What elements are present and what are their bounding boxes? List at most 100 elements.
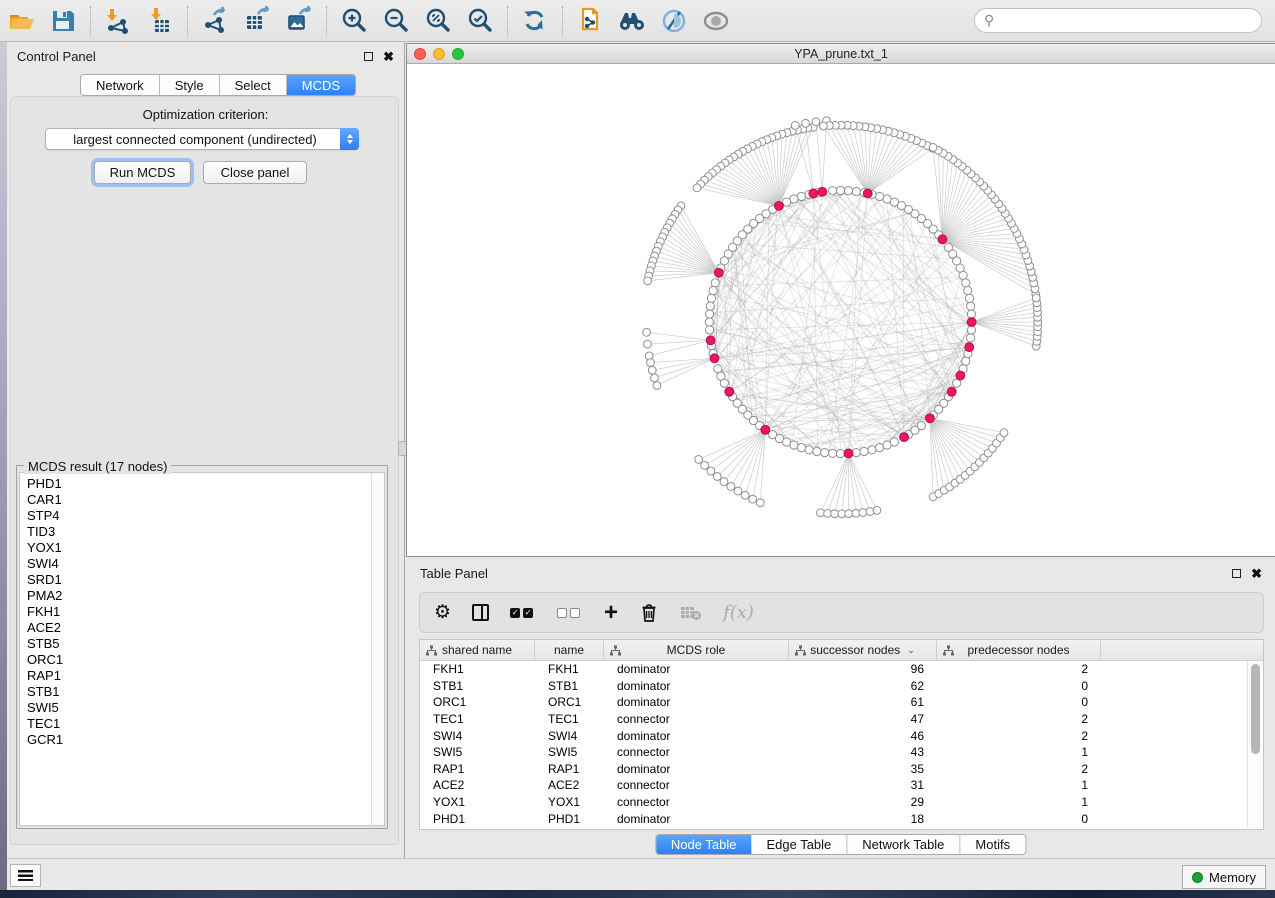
search-box[interactable]: ⚲ xyxy=(974,8,1262,33)
float-panel-icon[interactable] xyxy=(364,52,373,61)
table-cell[interactable]: STB1 xyxy=(535,679,604,693)
result-node[interactable]: PMA2 xyxy=(20,588,384,604)
zoom-fit-icon[interactable] xyxy=(421,4,455,38)
run-mcds-button[interactable]: Run MCDS xyxy=(94,161,191,184)
table-cell[interactable]: TEC1 xyxy=(420,712,535,726)
table-cell[interactable]: 0 xyxy=(937,695,1101,709)
close-panel-button[interactable]: Close panel xyxy=(203,161,307,184)
table-cell[interactable]: dominator xyxy=(604,679,789,693)
table-cell[interactable]: 29 xyxy=(789,795,937,809)
tab-select[interactable]: Select xyxy=(220,75,287,95)
node-table[interactable]: shared namenameMCDS rolesuccessor nodes⌄… xyxy=(419,639,1264,830)
task-history-button[interactable] xyxy=(10,864,41,887)
float-table-panel-icon[interactable] xyxy=(1232,569,1241,578)
refresh-icon[interactable] xyxy=(518,4,552,38)
result-node[interactable]: SRD1 xyxy=(20,572,384,588)
result-node[interactable]: STB1 xyxy=(20,684,384,700)
table-cell[interactable]: YOX1 xyxy=(420,795,535,809)
table-row[interactable]: ORC1ORC1dominator610 xyxy=(420,694,1263,711)
column-header-name[interactable]: name xyxy=(535,640,604,660)
create-column-icon[interactable]: + xyxy=(604,601,618,625)
column-header-predecessor-nodes[interactable]: predecessor nodes xyxy=(937,640,1101,660)
network-graph-canvas[interactable] xyxy=(407,64,1275,556)
result-node[interactable]: PHD1 xyxy=(20,473,384,492)
column-header-shared-name[interactable]: shared name xyxy=(420,640,535,660)
table-cell[interactable]: dominator xyxy=(604,695,789,709)
optimization-criterion-select[interactable]: largest connected component (undirected) xyxy=(45,128,359,150)
unselect-all-columns-icon[interactable] xyxy=(557,601,583,625)
table-cell[interactable]: 0 xyxy=(937,679,1101,693)
table-cell[interactable]: SWI5 xyxy=(535,745,604,759)
table-row[interactable]: RAP1RAP1dominator352 xyxy=(420,761,1263,778)
zoom-in-icon[interactable] xyxy=(337,4,371,38)
table-cell[interactable]: 2 xyxy=(937,662,1101,676)
table-row[interactable]: YOX1YOX1connector291 xyxy=(420,794,1263,811)
export-image-icon[interactable] xyxy=(282,4,316,38)
table-scrollbar[interactable] xyxy=(1247,661,1261,828)
table-cell[interactable]: SWI5 xyxy=(420,745,535,759)
table-cell[interactable]: FKH1 xyxy=(420,662,535,676)
result-node[interactable]: SWI5 xyxy=(20,700,384,716)
table-cell[interactable]: 61 xyxy=(789,695,937,709)
result-node[interactable]: GCR1 xyxy=(20,732,384,748)
result-node[interactable]: SWI4 xyxy=(20,556,384,572)
column-header-MCDS-role[interactable]: MCDS role xyxy=(604,640,789,660)
import-table-icon[interactable] xyxy=(143,4,177,38)
new-network-from-selection-icon[interactable] xyxy=(573,4,607,38)
table-cell[interactable]: TEC1 xyxy=(535,712,604,726)
result-node[interactable]: FKH1 xyxy=(20,604,384,620)
tab-network-table[interactable]: Network Table xyxy=(847,835,960,854)
result-node[interactable]: STP4 xyxy=(20,508,384,524)
table-settings-gear-icon[interactable]: ⚙ xyxy=(434,601,451,625)
table-cell[interactable]: 43 xyxy=(789,745,937,759)
search-binoculars-icon[interactable] xyxy=(615,4,649,38)
table-cell[interactable]: dominator xyxy=(604,762,789,776)
table-row[interactable]: ACE2ACE2connector311 xyxy=(420,777,1263,794)
result-node[interactable]: YOX1 xyxy=(20,540,384,556)
table-row[interactable]: TEC1TEC1connector472 xyxy=(420,711,1263,728)
table-cell[interactable]: 18 xyxy=(789,812,937,826)
zoom-selected-icon[interactable] xyxy=(463,4,497,38)
table-cell[interactable]: SWI4 xyxy=(535,729,604,743)
open-file-icon[interactable] xyxy=(4,4,38,38)
table-cell[interactable]: ACE2 xyxy=(420,778,535,792)
table-cell[interactable]: 1 xyxy=(937,745,1101,759)
table-cell[interactable]: connector xyxy=(604,712,789,726)
tab-node-table[interactable]: Node Table xyxy=(656,835,752,854)
tab-mcds[interactable]: MCDS xyxy=(287,75,355,95)
table-cell[interactable]: 62 xyxy=(789,679,937,693)
table-cell[interactable]: RAP1 xyxy=(420,762,535,776)
table-scrollbar-thumb[interactable] xyxy=(1251,664,1260,754)
result-node[interactable]: STB5 xyxy=(20,636,384,652)
table-row[interactable]: STB1STB1dominator620 xyxy=(420,678,1263,695)
show-hide-style-icon[interactable] xyxy=(657,4,691,38)
mcds-result-list[interactable]: PHD1CAR1STP4TID3YOX1SWI4SRD1PMA2FKH1ACE2… xyxy=(19,472,385,826)
table-cell[interactable]: 46 xyxy=(789,729,937,743)
table-cell[interactable]: PHD1 xyxy=(420,812,535,826)
export-table-icon[interactable] xyxy=(240,4,274,38)
search-input[interactable] xyxy=(994,11,1261,31)
table-cell[interactable]: YOX1 xyxy=(535,795,604,809)
table-cell[interactable]: STB1 xyxy=(420,679,535,693)
table-cell[interactable]: connector xyxy=(604,745,789,759)
table-cell[interactable]: dominator xyxy=(604,729,789,743)
table-cell[interactable]: FKH1 xyxy=(535,662,604,676)
result-node[interactable]: TEC1 xyxy=(20,716,384,732)
tab-network[interactable]: Network xyxy=(81,75,160,95)
table-row[interactable]: FKH1FKH1dominator962 xyxy=(420,661,1263,678)
table-cell[interactable]: dominator xyxy=(604,662,789,676)
tab-edge-table[interactable]: Edge Table xyxy=(751,835,847,854)
close-panel-icon[interactable]: ✖ xyxy=(383,52,394,61)
table-cell[interactable]: 1 xyxy=(937,795,1101,809)
delete-column-trash-icon[interactable] xyxy=(639,601,659,625)
result-node[interactable]: ACE2 xyxy=(20,620,384,636)
save-session-icon[interactable] xyxy=(46,4,80,38)
table-cell[interactable]: 2 xyxy=(937,762,1101,776)
close-table-panel-icon[interactable]: ✖ xyxy=(1251,569,1262,578)
table-cell[interactable]: connector xyxy=(604,795,789,809)
tab-style[interactable]: Style xyxy=(160,75,220,95)
table-cell[interactable]: 1 xyxy=(937,778,1101,792)
table-cell[interactable]: ORC1 xyxy=(420,695,535,709)
table-cell[interactable]: SWI4 xyxy=(420,729,535,743)
result-node[interactable]: RAP1 xyxy=(20,668,384,684)
